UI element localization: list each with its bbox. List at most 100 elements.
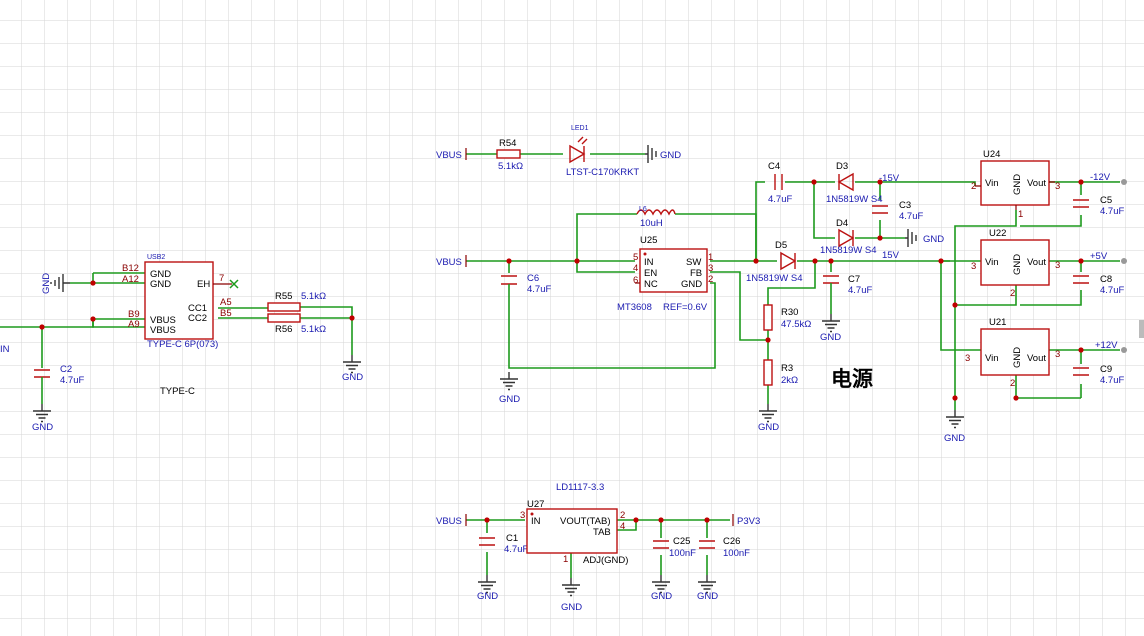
c7-value: 4.7uF xyxy=(848,285,872,296)
schematic-canvas[interactable]: USB2 GND GND VBUS VBUS EH CC1 CC2 B12 A1… xyxy=(0,0,1144,636)
r54-ref: R54 xyxy=(499,138,516,149)
led-ref: LED1 xyxy=(571,125,589,132)
c1-ref: C1 xyxy=(506,533,518,544)
r55-ref: R55 xyxy=(275,291,292,302)
r30-ref: R30 xyxy=(781,307,798,318)
gnd-label-led: GND xyxy=(660,150,681,161)
gnd-label-usb-cc: GND xyxy=(342,372,363,383)
gnd-label-c6: GND xyxy=(499,394,520,405)
u25-pin-num-4: 4 xyxy=(633,263,638,274)
u27-pin-adj: ADJ(GND) xyxy=(583,555,628,566)
u25-pin-fb: FB xyxy=(690,268,702,279)
u25-pin-gnd: GND xyxy=(681,279,702,290)
c4-value: 4.7uF xyxy=(768,194,792,205)
net-label-p5v: +5V xyxy=(1090,251,1108,262)
resistor-r3[interactable]: R3 2kΩ xyxy=(763,359,798,386)
net-label-p12v: +12V xyxy=(1095,340,1118,351)
u27-pin-num-vout: 2 xyxy=(620,510,625,521)
u21-pin-vin: Vin xyxy=(985,353,999,364)
u24-ref: U24 xyxy=(983,149,1000,160)
c6-ref: C6 xyxy=(527,273,539,284)
usb-pin-a9: A9 xyxy=(128,319,140,330)
net-label-p15v: 15V xyxy=(882,250,900,261)
vbus-label-2: VBUS xyxy=(436,257,462,268)
gnd-label-c25: GND xyxy=(651,591,672,602)
led-value: LTST-C170KRKT xyxy=(566,167,639,178)
gnd-label-c7: GND xyxy=(820,332,841,343)
r56-ref: R56 xyxy=(275,324,292,335)
c7-ref: C7 xyxy=(848,274,860,285)
r30-value: 47.5kΩ xyxy=(781,319,811,330)
c25-value: 100nF xyxy=(669,548,696,559)
u25-pin-num-3: 3 xyxy=(708,263,713,274)
c9-ref: C9 xyxy=(1100,364,1112,375)
d3-value: 1N5819W S4 xyxy=(826,194,883,205)
p3v3-label: P3V3 xyxy=(737,516,760,527)
r54-value: 5.1kΩ xyxy=(498,161,523,172)
d5-ref: D5 xyxy=(775,240,787,251)
u27-pin-num-tab: 4 xyxy=(620,521,625,532)
c5-value: 4.7uF xyxy=(1100,206,1124,217)
usb-pin-a12: A12 xyxy=(122,274,139,285)
u27-pin-num-in: 3 xyxy=(520,510,525,521)
net-label-n12v: -12V xyxy=(1090,172,1111,183)
c1-value: 4.7uF xyxy=(504,544,528,555)
u22-pin-num-gnd: 2 xyxy=(1010,288,1015,299)
l6-value: 10uH xyxy=(640,218,663,229)
u27-pin-num-adj: 1 xyxy=(563,554,568,565)
c25-ref: C25 xyxy=(673,536,690,547)
c4-ref: C4 xyxy=(768,161,780,172)
c26-ref: C26 xyxy=(723,536,740,547)
usb-pin-name-gnd2: GND xyxy=(150,279,171,290)
d3-ref: D3 xyxy=(836,161,848,172)
usb-pin-b12: B12 xyxy=(122,263,139,274)
u24-pin-vin: Vin xyxy=(985,178,999,189)
r3-value: 2kΩ xyxy=(781,375,798,386)
c3-ref: C3 xyxy=(899,200,911,211)
c5-ref: C5 xyxy=(1100,195,1112,206)
l6-ref: L6 xyxy=(639,206,647,213)
u27-ref: U27 xyxy=(527,499,544,510)
net-label-n15v: -15V xyxy=(879,173,900,184)
u27-value: LD1117-3.3 xyxy=(556,482,604,493)
u24-pin-num-gnd: 1 xyxy=(1018,209,1023,220)
vbus-label-3: VBUS xyxy=(436,516,462,527)
u25-value: MT3608 xyxy=(617,302,652,313)
d5-value: 1N5819W S4 xyxy=(746,273,803,284)
u27-pin-in: IN xyxy=(531,516,541,527)
u21-pin-vout: Vout xyxy=(1027,353,1046,364)
page-title: 电源 xyxy=(831,367,873,391)
usb-caption: TYPE-C xyxy=(160,386,195,397)
usb-value: TYPE-C 6P(073) xyxy=(147,339,218,350)
u22-pin-num-out: 3 xyxy=(1055,260,1060,271)
u22-pin-vin: Vin xyxy=(985,257,999,268)
u25-pin-in: IN xyxy=(644,257,654,268)
u21-pin-num-in: 3 xyxy=(965,353,970,364)
u21-pin-gnd: GND xyxy=(1012,347,1023,368)
c6-value: 4.7uF xyxy=(527,284,551,295)
gnd-label-regulators: GND xyxy=(944,433,965,444)
u25-ref: U25 xyxy=(640,235,657,246)
usb-pin-7: 7 xyxy=(219,273,224,284)
u27-pin-vout: VOUT(TAB) xyxy=(560,516,611,527)
u22-pin-num-in: 3 xyxy=(971,261,976,272)
gnd-label-r3: GND xyxy=(758,422,779,433)
usb-pin-a5: A5 xyxy=(220,297,232,308)
u21-ref: U21 xyxy=(989,317,1006,328)
c9-value: 4.7uF xyxy=(1100,375,1124,386)
c26-value: 100nF xyxy=(723,548,750,559)
usb-pin-b5: B5 xyxy=(220,308,232,319)
usb-pin-name-vbus2: VBUS xyxy=(150,325,176,336)
u25-pin-num-6: 6 xyxy=(633,275,638,286)
u22-ref: U22 xyxy=(989,228,1006,239)
usb-pin-name-eh: EH xyxy=(197,279,210,290)
usb-pin-name-cc2: CC2 xyxy=(188,313,207,324)
c8-value: 4.7uF xyxy=(1100,285,1124,296)
r55-value: 5.1kΩ xyxy=(301,291,326,302)
u25-pin-nc: NC xyxy=(644,279,658,290)
u24-pin-num-out: 3 xyxy=(1055,181,1060,192)
scroll-handle[interactable] xyxy=(1139,320,1144,338)
gnd-label-u27: GND xyxy=(561,602,582,613)
u25-pin-sw: SW xyxy=(686,257,701,268)
gnd-label-c26: GND xyxy=(697,591,718,602)
